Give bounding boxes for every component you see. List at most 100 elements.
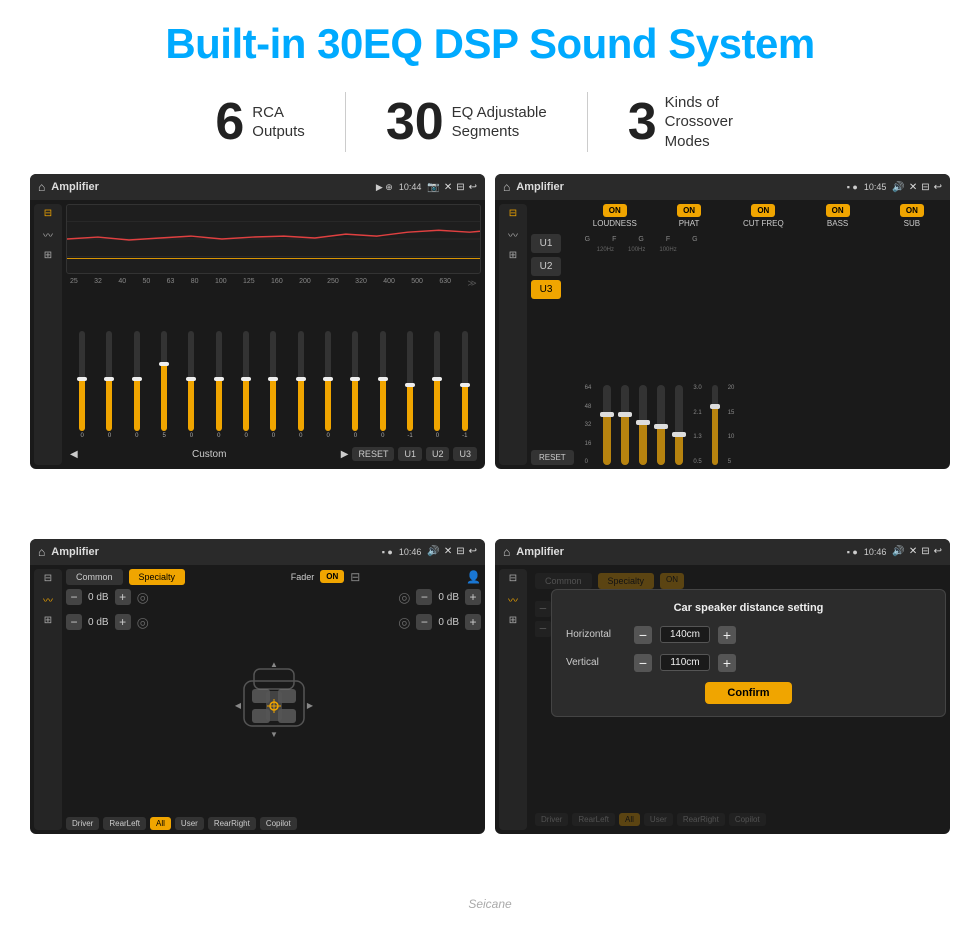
cross-sidebar-wave-icon[interactable]: 〰 xyxy=(508,227,518,242)
eq-slider-7: 0 xyxy=(261,331,285,439)
cross-slider-1[interactable] xyxy=(603,385,611,465)
fader-minus-3[interactable]: − xyxy=(416,614,432,630)
eq-sidebar-equalizer-icon[interactable]: ⊟ xyxy=(44,208,52,219)
fader-content-area: − 0 dB + ◎ − 0 dB + ◎ xyxy=(66,589,481,813)
cross-bass-group: ON BASS xyxy=(803,204,871,228)
fader-copilot-btn[interactable]: Copilot xyxy=(260,817,297,830)
svg-text:◀: ◀ xyxy=(234,701,241,710)
fader-rearright-btn[interactable]: RearRight xyxy=(208,817,256,830)
cross-u2-btn[interactable]: U2 xyxy=(531,257,561,276)
fader-specialty-tab[interactable]: Specialty xyxy=(129,569,186,585)
dist-screen-header: ⌂ Amplifier ▪ ● 10:46 🔊 ✕ ⊟ ↩ xyxy=(495,539,950,565)
cross-sidebar-speaker-icon[interactable]: ⊞ xyxy=(509,250,517,261)
eq-slider-2: 0 xyxy=(125,331,149,439)
fader-db-3: 0 dB xyxy=(438,617,459,628)
cross-slider-6[interactable] xyxy=(712,385,718,465)
eq-slider-3: 5 xyxy=(152,331,176,439)
fader-plus-3[interactable]: + xyxy=(465,614,481,630)
cross-time: 10:45 xyxy=(864,182,887,192)
fader-plus-2[interactable]: + xyxy=(465,589,481,605)
dist-copilot-bg: Copilot xyxy=(729,813,766,826)
home-icon[interactable]: ⌂ xyxy=(38,180,45,194)
dist-screen-content: ⊟ 〰 ⊞ Common Specialty ON − 0 d xyxy=(495,565,950,834)
dist-time: 10:46 xyxy=(864,547,887,557)
cross-u3-btn[interactable]: U3 xyxy=(531,280,561,299)
dist-main: Common Specialty ON − 0 dB + − 0 dB xyxy=(531,569,946,830)
stat-eq: 30 EQ Adjustable Segments xyxy=(346,96,587,148)
stat-rca: 6 RCA Outputs xyxy=(175,96,344,148)
fader-sidebar-eq-icon[interactable]: ⊟ xyxy=(44,573,52,584)
cross-sub-toggle[interactable]: ON xyxy=(900,204,924,217)
eq-slider-4: 0 xyxy=(179,331,203,439)
eq-sidebar-wave-icon[interactable]: 〰 xyxy=(43,227,53,242)
fader-minus-0[interactable]: − xyxy=(66,589,82,605)
fader-driver-btn[interactable]: Driver xyxy=(66,817,99,830)
fader-home-icon[interactable]: ⌂ xyxy=(38,545,45,559)
fader-sidebar: ⊟ 〰 ⊞ xyxy=(34,569,62,830)
fader-car-diagram: ▲ ▼ ◀ ▶ xyxy=(224,651,324,751)
fader-on-toggle[interactable]: ON xyxy=(320,570,344,583)
dist-vol-icon: 🔊 xyxy=(892,546,904,557)
dist-vertical-value: 110cm xyxy=(660,654,710,671)
fader-main: Common Specialty Fader ON ⊟ 👤 − 0 xyxy=(66,569,481,830)
eq-slider-1: 0 xyxy=(97,331,121,439)
eq-scroll-icon[interactable]: ≫ xyxy=(467,278,476,289)
dist-all-bg: All xyxy=(619,813,640,826)
eq-u3-btn[interactable]: U3 xyxy=(453,447,477,461)
watermark: Seicane xyxy=(468,893,511,915)
fader-row-1: − 0 dB + ◎ xyxy=(66,614,218,631)
fader-minus-2[interactable]: − xyxy=(416,589,432,605)
fader-user-icon[interactable]: 👤 xyxy=(466,570,481,584)
dist-confirm-button[interactable]: Confirm xyxy=(705,682,791,704)
fader-row-3: ◎ − 0 dB + xyxy=(398,614,481,631)
fader-speaker-icon-0: ◎ xyxy=(137,589,149,606)
cross-bass-toggle[interactable]: ON xyxy=(826,204,850,217)
stat-eq-desc: EQ Adjustable Segments xyxy=(452,103,547,142)
dist-vertical-label: Vertical xyxy=(566,657,626,668)
dist-vertical-plus[interactable]: + xyxy=(718,654,736,672)
cross-slider-3[interactable] xyxy=(639,385,647,465)
cross-sidebar-eq-icon[interactable]: ⊟ xyxy=(509,208,517,219)
cross-reset-btn[interactable]: RESET xyxy=(531,450,574,465)
cross-u1-btn[interactable]: U1 xyxy=(531,234,561,253)
cross-vol-icon: 🔊 xyxy=(892,182,904,193)
eq-back-icon: ↩ xyxy=(469,182,477,193)
cross-phat-toggle[interactable]: ON xyxy=(677,204,701,217)
stat-eq-number: 30 xyxy=(386,96,444,148)
dist-sidebar-eq-icon[interactable]: ⊟ xyxy=(509,573,517,584)
eq-u2-btn[interactable]: U2 xyxy=(426,447,450,461)
dist-horizontal-row: Horizontal − 140cm + xyxy=(566,626,931,644)
fader-bottom-labels: Driver RearLeft All User RearRight Copil… xyxy=(66,817,481,830)
fader-time: 10:46 xyxy=(399,547,422,557)
cross-slider-2[interactable] xyxy=(621,385,629,465)
fader-plus-0[interactable]: + xyxy=(115,589,131,605)
eq-prev-btn[interactable]: ◀ xyxy=(70,449,78,460)
fader-rearleft-btn[interactable]: RearLeft xyxy=(103,817,146,830)
cross-main: U1 U2 U3 RESET ON LOUDNESS xyxy=(531,204,946,465)
fader-top-bar: Common Specialty Fader ON ⊟ 👤 xyxy=(66,569,481,585)
fader-sidebar-expand-icon[interactable]: ⊞ xyxy=(44,615,52,626)
eq-next-btn[interactable]: ▶ xyxy=(341,449,349,460)
dist-horizontal-minus[interactable]: − xyxy=(634,626,652,644)
eq-reset-btn[interactable]: RESET xyxy=(352,447,394,461)
cross-slider-5[interactable] xyxy=(675,385,683,465)
cross-loudness-toggle[interactable]: ON xyxy=(603,204,627,217)
fader-plus-1[interactable]: + xyxy=(115,614,131,630)
dist-horizontal-label: Horizontal xyxy=(566,629,626,640)
cross-slider-4[interactable] xyxy=(657,385,665,465)
fader-user-btn[interactable]: User xyxy=(175,817,204,830)
dist-horizontal-plus[interactable]: + xyxy=(718,626,736,644)
cross-home-icon[interactable]: ⌂ xyxy=(503,180,510,194)
eq-sidebar-speaker-icon[interactable]: ⊞ xyxy=(44,250,52,261)
dist-vertical-minus[interactable]: − xyxy=(634,654,652,672)
cross-cutfreq-toggle[interactable]: ON xyxy=(751,204,775,217)
dist-sidebar-wave-icon[interactable]: 〰 xyxy=(508,592,518,607)
cross-u-buttons: U1 U2 U3 RESET xyxy=(531,204,574,465)
fader-common-tab[interactable]: Common xyxy=(66,569,123,585)
fader-minus-1[interactable]: − xyxy=(66,614,82,630)
fader-all-btn[interactable]: All xyxy=(150,817,171,830)
eq-u1-btn[interactable]: U1 xyxy=(398,447,422,461)
dist-home-icon[interactable]: ⌂ xyxy=(503,545,510,559)
dist-sidebar-expand-icon[interactable]: ⊞ xyxy=(509,615,517,626)
fader-sidebar-wave-icon[interactable]: 〰 xyxy=(43,592,53,607)
